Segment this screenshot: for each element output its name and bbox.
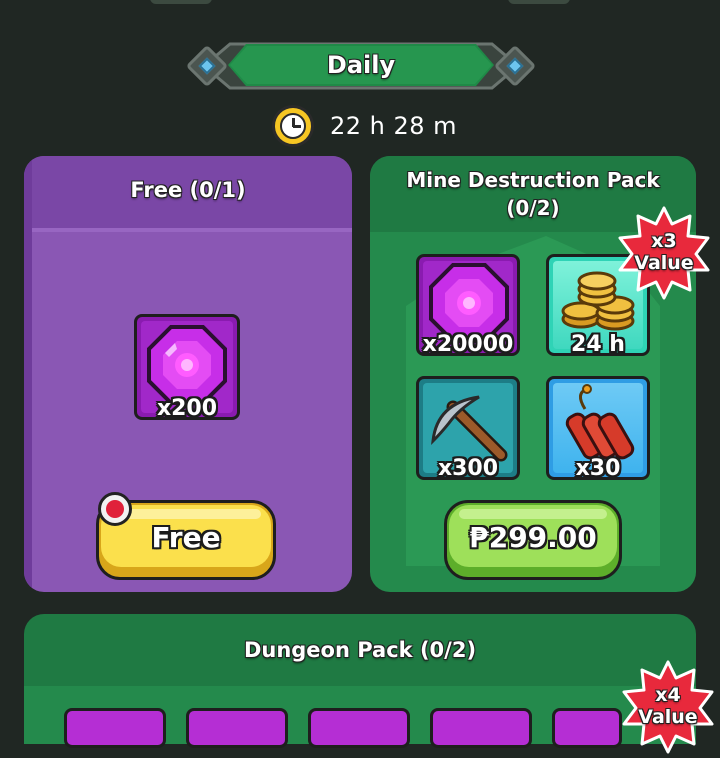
dungeon-badge-multiplier: x4 — [655, 684, 681, 706]
value-badge-multiplier: x3 — [651, 230, 677, 252]
reward-dynamite-qty: x30 — [575, 456, 621, 480]
reward-coins-duration: 24 h — [571, 332, 625, 356]
dungeon-value-badge: x4 Value — [620, 658, 716, 754]
free-gem-qty: x200 — [156, 396, 218, 420]
clock-icon — [272, 105, 314, 147]
value-badge-label: Value — [634, 252, 694, 274]
dungeon-reward-tile[interactable] — [308, 708, 410, 748]
dungeon-reward-tile[interactable] — [430, 708, 532, 748]
claim-free-label: Free — [151, 521, 221, 554]
reward-gems-qty: x20000 — [422, 332, 514, 356]
reward-gems[interactable]: x20000 — [416, 254, 520, 356]
section-title: Daily — [326, 51, 396, 79]
mine-pack-title: Mine Destruction Pack — [406, 168, 660, 192]
section-banner: Daily — [185, 36, 537, 96]
free-gem-reward[interactable]: x200 — [134, 314, 240, 420]
free-pack-title: Free (0/1) — [130, 178, 246, 202]
timer-text: 22 h 28 m — [330, 112, 458, 140]
dungeon-reward-tile[interactable] — [64, 708, 166, 748]
prev-button-stub — [150, 0, 212, 4]
reset-timer: 22 h 28 m — [272, 104, 457, 148]
dungeon-reward-tile[interactable] — [552, 708, 622, 748]
reward-pickaxe[interactable]: x300 — [416, 376, 520, 480]
mine-pack-price: ₱299.00 — [469, 521, 597, 554]
reward-pickaxe-qty: x300 — [437, 456, 499, 480]
notification-dot — [98, 492, 132, 526]
dungeon-badge-label: Value — [638, 706, 698, 728]
reward-dynamite[interactable]: x30 — [546, 376, 650, 480]
prev-button-stub — [508, 0, 570, 4]
dungeon-pack-title: Dungeon Pack (0/2) — [243, 638, 477, 662]
value-badge: x3 Value — [616, 204, 712, 300]
dungeon-reward-tile[interactable] — [186, 708, 288, 748]
buy-mine-pack-button[interactable]: ₱299.00 — [444, 500, 622, 580]
